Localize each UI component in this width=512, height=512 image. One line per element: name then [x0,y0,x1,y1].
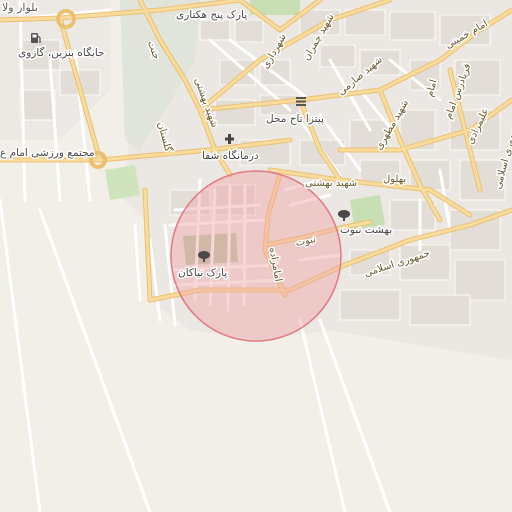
label-bohlul: بهلول [383,174,406,185]
label-darmangah-shafa: درمانگاه شفا [202,149,259,162]
label-gas-station: جایگاه بنزین، گازوی [18,46,105,59]
restaurant-icon[interactable] [296,97,306,106]
map-canvas[interactable]: بلوار ولا پارک پنج هکتاری جایگاه بنزین، … [0,0,512,512]
label-park-panj-hektari: پارک پنج هکتاری [176,9,247,21]
green-patch [105,165,140,200]
label-shahid-beheshti-horizontal: شهید بهشتی [305,178,357,189]
label-sports-complex: مجتمع ورزشی امام ع [0,147,95,159]
label-pizza-taj: پیتزا تاج محل [266,113,324,125]
label-boulevard: بلوار ولا [2,1,38,14]
search-radius-circle[interactable] [170,170,342,342]
label-park-niakan: پارک نیاکان [178,267,227,279]
label-behesht-nobout: بهشت نبوت [340,224,392,236]
map-view[interactable]: بلوار ولا پارک پنج هکتاری جایگاه بنزین، … [0,0,512,512]
